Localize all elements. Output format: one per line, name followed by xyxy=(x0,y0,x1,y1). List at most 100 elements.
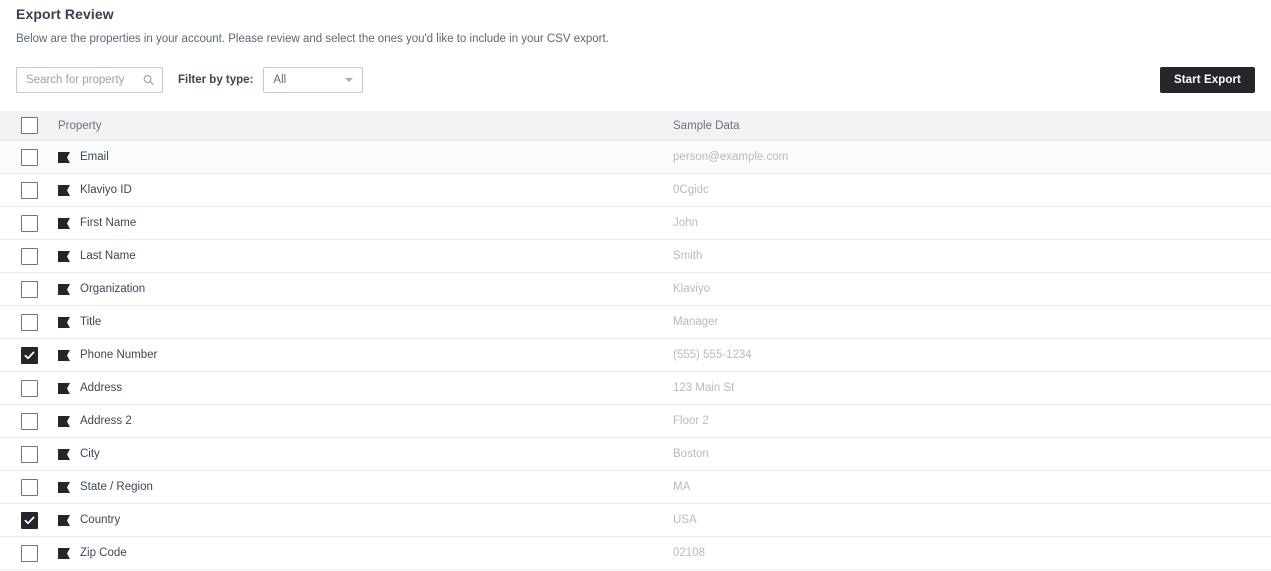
page-subtitle: Below are the properties in your account… xyxy=(16,33,609,45)
row-property-cell: Address 2 xyxy=(58,415,673,427)
row-property-cell: Title xyxy=(58,316,673,328)
row-property-cell: First Name xyxy=(58,217,673,229)
search-input[interactable] xyxy=(17,69,129,91)
row-checkbox-cell xyxy=(0,544,58,562)
table-row[interactable]: Phone Number (555) 555-1234 xyxy=(0,339,1271,372)
row-checkbox[interactable] xyxy=(20,379,38,397)
tag-icon xyxy=(58,217,70,229)
row-property-label: First Name xyxy=(80,217,137,229)
check-icon xyxy=(24,516,34,524)
row-checkbox[interactable] xyxy=(20,181,38,199)
row-checkbox[interactable] xyxy=(20,412,38,430)
row-property-label: Country xyxy=(80,514,121,526)
table-row[interactable]: Last Name Smith xyxy=(0,240,1271,273)
row-checkbox[interactable] xyxy=(20,346,38,364)
tag-icon xyxy=(58,151,70,163)
tag-icon xyxy=(58,415,70,427)
table-row[interactable]: Organization Klaviyo xyxy=(0,273,1271,306)
tag-icon xyxy=(58,283,70,295)
row-property-cell: Zip Code xyxy=(58,547,673,559)
row-checkbox-cell xyxy=(0,478,58,496)
row-property-cell: State / Region xyxy=(58,481,673,493)
table-row[interactable]: City Boston xyxy=(0,438,1271,471)
row-checkbox[interactable] xyxy=(20,445,38,463)
row-checkbox-cell xyxy=(0,346,58,364)
row-checkbox-cell xyxy=(0,280,58,298)
row-checkbox[interactable] xyxy=(20,478,38,496)
row-sample-value: 02108 xyxy=(673,547,705,559)
row-checkbox[interactable] xyxy=(20,247,38,265)
row-sample-value: USA xyxy=(673,514,697,526)
row-checkbox-cell xyxy=(0,148,58,166)
row-checkbox-cell xyxy=(0,181,58,199)
row-checkbox[interactable] xyxy=(20,214,38,232)
start-export-button[interactable]: Start Export xyxy=(1159,67,1255,93)
table-row[interactable]: Address 123 Main St xyxy=(0,372,1271,405)
table-row[interactable]: Zip Code 02108 xyxy=(0,537,1271,570)
row-property-label: Organization xyxy=(80,283,146,295)
table-row[interactable]: Klaviyo ID 0Cgidc xyxy=(0,174,1271,207)
row-property-cell: Organization xyxy=(58,283,673,295)
row-checkbox-cell xyxy=(0,511,58,529)
row-sample-value: Boston xyxy=(673,448,709,460)
row-property-label: Title xyxy=(80,316,102,328)
tag-icon xyxy=(58,349,70,361)
tag-icon xyxy=(58,547,70,559)
row-sample-value: person@example.com xyxy=(673,151,789,163)
row-checkbox-cell xyxy=(0,412,58,430)
tag-icon xyxy=(58,514,70,526)
table-body: Email person@example.com Klaviyo ID 0Cgidc F… xyxy=(0,141,1271,570)
row-property-label: Klaviyo ID xyxy=(80,184,132,196)
tag-icon xyxy=(58,250,70,262)
row-checkbox[interactable] xyxy=(20,280,38,298)
check-icon xyxy=(24,351,34,359)
filter-type-value: All xyxy=(273,74,287,86)
row-sample-value: 123 Main St xyxy=(673,382,735,394)
table-row[interactable]: State / Region MA xyxy=(0,471,1271,504)
table-row[interactable]: Email person@example.com xyxy=(0,141,1271,174)
row-sample-value: Manager xyxy=(673,316,719,328)
row-checkbox[interactable] xyxy=(20,313,38,331)
row-checkbox-cell xyxy=(0,247,58,265)
tag-icon xyxy=(58,481,70,493)
filter-type-select[interactable]: All xyxy=(263,67,364,93)
table-row[interactable]: Address 2 Floor 2 xyxy=(0,405,1271,438)
row-property-cell: Last Name xyxy=(58,250,673,262)
row-property-label: Zip Code xyxy=(80,547,127,559)
tag-icon xyxy=(58,448,70,460)
tag-icon xyxy=(58,184,70,196)
row-checkbox-cell xyxy=(0,379,58,397)
row-property-cell: City xyxy=(58,448,673,460)
row-property-cell: Address xyxy=(58,382,673,394)
toolbar: Filter by type: All Start Export xyxy=(0,66,1271,94)
column-header-sample-data: Sample Data xyxy=(673,119,740,132)
row-checkbox[interactable] xyxy=(20,511,38,529)
row-property-label: Email xyxy=(80,151,109,163)
table-row[interactable]: Country USA xyxy=(0,504,1271,537)
page-title: Export Review xyxy=(16,6,114,22)
row-sample-value: John xyxy=(673,217,698,229)
row-property-label: Address 2 xyxy=(80,415,132,427)
select-all-cell xyxy=(0,117,58,134)
row-checkbox[interactable] xyxy=(20,544,38,562)
row-checkbox-cell xyxy=(0,214,58,232)
search-field[interactable] xyxy=(16,67,163,93)
row-property-cell: Email xyxy=(58,151,673,163)
row-sample-value: Floor 2 xyxy=(673,415,709,427)
row-sample-value: Smith xyxy=(673,250,703,262)
table-row[interactable]: Title Manager xyxy=(0,306,1271,339)
row-property-cell: Country xyxy=(58,514,673,526)
tag-icon xyxy=(58,382,70,394)
row-property-cell: Klaviyo ID xyxy=(58,184,673,196)
row-property-label: Address xyxy=(80,382,123,394)
row-property-cell: Phone Number xyxy=(58,349,673,361)
table-row[interactable]: First Name John xyxy=(0,207,1271,240)
select-all-checkbox[interactable] xyxy=(20,117,38,134)
row-checkbox[interactable] xyxy=(20,148,38,166)
row-sample-value: (555) 555-1234 xyxy=(673,349,752,361)
row-sample-value: MA xyxy=(673,481,691,493)
row-property-label: City xyxy=(80,448,100,460)
row-checkbox-cell xyxy=(0,313,58,331)
row-property-label: State / Region xyxy=(80,481,153,493)
row-sample-value: 0Cgidc xyxy=(673,184,709,196)
